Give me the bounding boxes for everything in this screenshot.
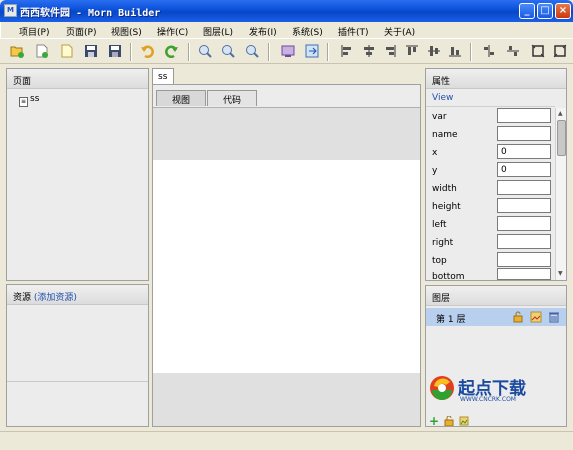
menu-layer[interactable]: 图层(L) (203, 25, 233, 38)
properties-scrollbar[interactable]: ▲ ▼ (555, 108, 566, 280)
prop-label-y: y (432, 166, 438, 176)
layers-panel-title: 图层 (426, 286, 566, 306)
layer-row[interactable]: 第 1 层 (426, 308, 566, 326)
title-bar[interactable]: M 西西软件园 - Morn Builder _ □ × (0, 0, 573, 22)
resources-divider (7, 381, 148, 382)
zoom-reset-icon[interactable] (245, 44, 259, 58)
prop-input-name[interactable] (497, 126, 551, 141)
align-right-icon[interactable] (383, 44, 397, 58)
menu-publish[interactable]: 发布(I) (249, 25, 277, 38)
window-title: 西西软件园 - Morn Builder (20, 8, 161, 19)
menu-about[interactable]: 关于(A) (384, 25, 415, 38)
prop-label-top: top (432, 256, 447, 266)
prop-label-right: right (432, 238, 454, 248)
resources-panel-title: 资源 (13, 293, 32, 303)
menu-plugin[interactable]: 插件(T) (338, 25, 369, 38)
align-top-icon[interactable] (405, 44, 419, 58)
save-all-icon[interactable] (108, 44, 122, 58)
same-width-icon[interactable] (553, 44, 567, 58)
align-bottom-icon[interactable] (448, 44, 462, 58)
page-file-icon: ≡ (19, 97, 28, 107)
prop-label-name: name (432, 130, 458, 140)
add-layer-icon[interactable]: + (429, 414, 439, 428)
pages-panel: 页面 ≡ ss (6, 68, 149, 281)
pages-panel-title: 页面 (7, 69, 148, 89)
scroll-up-icon[interactable]: ▲ (558, 110, 563, 117)
prop-label-width: width (432, 184, 457, 194)
minimize-button[interactable]: _ (519, 3, 535, 19)
add-resource-link[interactable]: (添加资源) (34, 293, 77, 303)
scroll-down-icon[interactable]: ▼ (558, 270, 563, 277)
page-item-label: ss (30, 94, 40, 104)
watermark-url: WWW.CNCRK.COM (460, 396, 516, 403)
maximize-button[interactable]: □ (537, 3, 553, 19)
tab-code[interactable]: 代码 (207, 90, 257, 106)
new-file-icon[interactable] (60, 44, 74, 58)
distribute-h-icon[interactable] (482, 44, 496, 58)
menu-project[interactable]: 项目(P) (19, 25, 49, 38)
undo-icon[interactable] (140, 44, 154, 58)
menu-bar: 项目(P) 页面(P) 视图(S) 操作(C) 图层(L) 发布(I) 系统(S… (0, 22, 573, 38)
prop-label-bottom: bottom (432, 272, 465, 282)
tab-view[interactable]: 视图 (156, 90, 206, 106)
same-size-icon[interactable] (531, 44, 545, 58)
prop-input-width[interactable] (497, 180, 551, 195)
view-toolbar-area (153, 107, 420, 160)
watermark-logo-icon (430, 376, 454, 400)
redo-icon[interactable] (165, 44, 179, 58)
prop-label-height: height (432, 202, 461, 212)
design-canvas[interactable] (153, 160, 420, 373)
resources-panel: 资源 (添加资源) (6, 284, 149, 427)
prop-label-var: var (432, 112, 447, 122)
prop-label-left: left (432, 220, 447, 230)
toolbar (0, 38, 573, 64)
menu-view[interactable]: 视图(S) (111, 25, 142, 38)
layer-lock-icon[interactable] (512, 311, 524, 323)
canvas-bottom-area (153, 373, 420, 426)
prop-label-x: x (432, 148, 438, 158)
zoom-out-icon[interactable] (198, 44, 212, 58)
prop-input-right[interactable] (497, 234, 551, 249)
prop-input-x[interactable] (497, 144, 551, 159)
prop-input-bottom[interactable] (497, 268, 551, 280)
lock-layer-icon[interactable] (444, 416, 454, 426)
app-icon: M (4, 4, 17, 17)
editor-panel (152, 84, 421, 427)
scroll-thumb[interactable] (557, 120, 566, 156)
close-button[interactable]: × (555, 3, 571, 19)
resources-panel-header: 资源 (添加资源) (7, 285, 148, 305)
page-tree-item[interactable]: ≡ ss (19, 94, 39, 107)
prop-input-top[interactable] (497, 252, 551, 267)
prop-input-height[interactable] (497, 198, 551, 213)
document-tab[interactable]: ss (152, 68, 174, 85)
align-left-icon[interactable] (340, 44, 354, 58)
align-center-icon[interactable] (362, 44, 376, 58)
zoom-in-icon[interactable] (221, 44, 235, 58)
new-page-icon[interactable] (35, 44, 49, 58)
menu-system[interactable]: 系统(S) (292, 25, 323, 38)
properties-divider (426, 106, 555, 107)
menu-operate[interactable]: 操作(C) (157, 25, 188, 38)
prop-input-y[interactable] (497, 162, 551, 177)
properties-panel-title: 属性 (426, 69, 566, 89)
watermark-logo: 起点下载 WWW.CNCRK.COM (428, 372, 538, 410)
menu-page[interactable]: 页面(P) (66, 25, 96, 38)
prop-input-left[interactable] (497, 216, 551, 231)
save-icon[interactable] (84, 44, 98, 58)
layer-visibility-icon[interactable] (530, 311, 542, 323)
export-icon[interactable] (305, 44, 319, 58)
component-type-label: View (432, 93, 454, 103)
prop-input-var[interactable] (497, 108, 551, 123)
align-middle-icon[interactable] (427, 44, 441, 58)
layer-image-icon[interactable] (459, 416, 469, 426)
preview-icon[interactable] (281, 44, 295, 58)
layer-label: 第 1 层 (436, 315, 466, 325)
folder-open-icon[interactable] (10, 44, 24, 58)
distribute-v-icon[interactable] (506, 44, 520, 58)
status-bar (0, 431, 573, 450)
layer-delete-icon[interactable] (548, 311, 560, 323)
